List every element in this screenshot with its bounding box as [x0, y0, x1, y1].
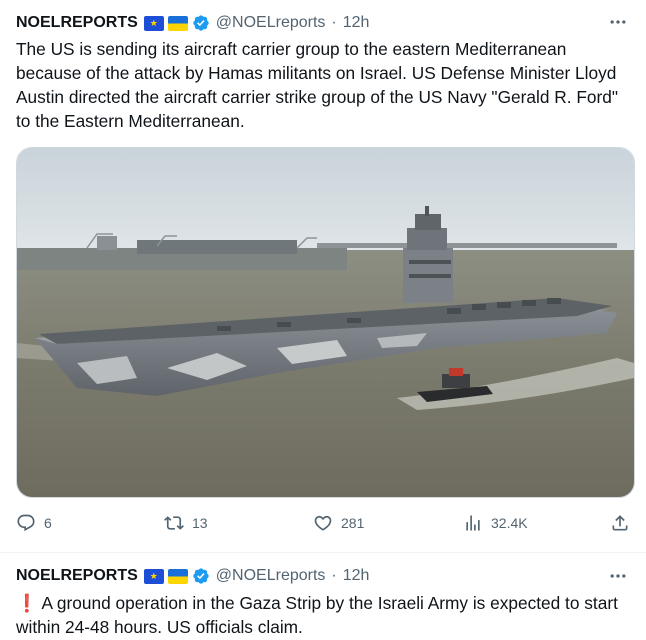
author-handle[interactable]: @NOELreports [216, 567, 326, 585]
view-count: 32.4K [491, 515, 528, 531]
ukraine-flag-icon [167, 15, 188, 31]
more-options-icon[interactable] [606, 12, 630, 32]
author-handle[interactable]: @NOELreports [216, 14, 326, 32]
tweet-text: The US is sending its aircraft carrier g… [16, 39, 618, 131]
share-icon [612, 515, 628, 531]
more-options-icon[interactable] [606, 566, 630, 586]
tweet[interactable]: NOELREPORTS @NOELreports · 12h ❗A ground… [0, 552, 646, 640]
reply-button[interactable]: 6 [16, 511, 52, 535]
tweet-header: NOELREPORTS @NOELreports · 12h [16, 565, 369, 587]
ukraine-flag-icon [167, 568, 188, 584]
reply-icon [17, 514, 35, 532]
retweet-count: 13 [192, 515, 208, 531]
aircraft-carrier-photo [17, 148, 634, 497]
tweet-text: ❗ A ground operation in the Gaza Strip by… [16, 591, 628, 639]
share-button[interactable] [610, 511, 630, 535]
verified-badge-icon[interactable] [192, 14, 210, 32]
retweet-icon [164, 516, 184, 530]
like-button[interactable]: 281 [313, 511, 364, 535]
timestamp[interactable]: 12h [343, 14, 370, 32]
tweet-actions: 6 13 281 32.4K [16, 511, 630, 535]
author-name[interactable]: NOELREPORTS [16, 14, 138, 32]
retweet-button[interactable]: 13 [164, 511, 208, 535]
eu-flag-icon [143, 15, 164, 31]
analytics-icon [466, 515, 480, 531]
separator-dot: · [331, 567, 337, 584]
like-count: 281 [341, 515, 365, 531]
tweet-header: NOELREPORTS @NOELreports · 12h [16, 12, 369, 34]
views-button[interactable]: 32.4K [463, 511, 528, 535]
reply-count: 6 [44, 515, 52, 531]
author-name[interactable]: NOELREPORTS [16, 567, 138, 585]
tweet-text-body: A ground operation in the Gaza Strip by … [16, 593, 618, 637]
heart-icon [314, 515, 332, 531]
exclamation-icon: ❗ [16, 593, 38, 613]
tweet-photo[interactable] [16, 147, 635, 498]
verified-badge-icon[interactable] [192, 567, 210, 585]
timestamp[interactable]: 12h [343, 567, 370, 585]
tweet[interactable]: NOELREPORTS @NOELreports · 12h The US is… [0, 0, 646, 552]
eu-flag-icon [143, 568, 164, 584]
separator-dot: · [331, 14, 337, 31]
